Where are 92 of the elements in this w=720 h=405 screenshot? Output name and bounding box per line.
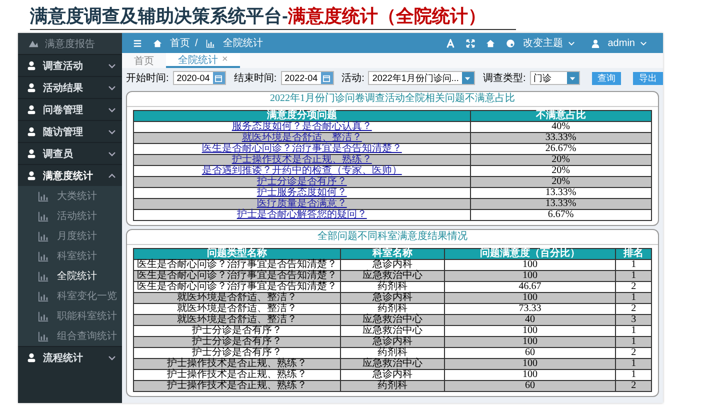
theme-dropdown[interactable]: 改变主题 bbox=[522, 36, 563, 50]
table-cell: 100 bbox=[444, 336, 616, 348]
table-cell: 20% bbox=[470, 176, 652, 188]
submenu-item[interactable]: 科室变化一览 bbox=[18, 286, 122, 306]
bar-chart-icon bbox=[206, 38, 215, 48]
select-field[interactable]: 2022年1月份门诊问... bbox=[368, 71, 475, 85]
table-cell: 应急救治中心 bbox=[340, 314, 444, 326]
home-icon[interactable] bbox=[486, 38, 495, 48]
slide-title: 满意度调查及辅助决策系统平台-满意度统计（全院统计） bbox=[30, 5, 516, 30]
menu-item-icon bbox=[26, 148, 37, 159]
table-cell: 就医环境是否舒适、整洁？ bbox=[134, 314, 341, 326]
submenu-item[interactable]: 月度统计 bbox=[18, 226, 122, 246]
select-field[interactable]: 门诊 bbox=[530, 71, 580, 85]
bar-chart-icon bbox=[38, 230, 49, 242]
filter-label: 结束时间: bbox=[234, 72, 277, 85]
card-title: 全部问题不同科室满意度结果情况 bbox=[127, 230, 658, 245]
font-icon[interactable] bbox=[446, 38, 455, 48]
column-header: 排名 bbox=[616, 248, 652, 260]
menu-item-icon bbox=[26, 126, 37, 137]
bar-chart-icon bbox=[38, 250, 49, 262]
calendar-icon[interactable] bbox=[323, 74, 330, 82]
bar-chart-icon bbox=[38, 310, 49, 322]
date-field[interactable]: 2022-04 bbox=[280, 71, 334, 85]
table-cell: 100 bbox=[444, 358, 616, 370]
submenu-item[interactable]: 科室统计 bbox=[18, 246, 122, 266]
menu-item-icon bbox=[26, 170, 37, 181]
menu-item-icon bbox=[26, 82, 37, 93]
table-cell: 护士分诊是否有序？ bbox=[134, 336, 341, 348]
table-cell: 医生是否耐心问诊？治疗事宜是否告知清楚？ bbox=[134, 270, 341, 282]
filter-label: 调查类型: bbox=[482, 72, 526, 85]
breadcrumb-link[interactable]: 首页 bbox=[170, 36, 190, 50]
submenu-item[interactable]: 大类统计 bbox=[18, 186, 122, 206]
table-cell: 应急救治中心 bbox=[340, 358, 444, 370]
breadcrumb-separator: / bbox=[195, 38, 198, 48]
filter-label: 活动: bbox=[342, 72, 364, 85]
menu-icon[interactable] bbox=[133, 38, 142, 48]
chevron-icon bbox=[108, 354, 116, 362]
user-icon bbox=[590, 38, 600, 48]
chevron-icon bbox=[108, 62, 116, 70]
logo-icon bbox=[28, 38, 39, 49]
bar-chart-icon bbox=[38, 330, 49, 342]
column-header: 满意度分项问题 bbox=[134, 110, 470, 122]
caret-icon[interactable] bbox=[464, 74, 472, 82]
bar-chart-icon bbox=[38, 210, 49, 222]
table-cell: 100 bbox=[444, 292, 616, 304]
palette-icon bbox=[506, 38, 515, 48]
menu-item-icon bbox=[26, 104, 37, 115]
submenu-item[interactable]: 组合查询统计 bbox=[18, 326, 122, 346]
page-tab[interactable]: 全院统计 × bbox=[166, 53, 240, 68]
brand-name: 满意度报告 bbox=[45, 38, 95, 50]
chevron-icon bbox=[108, 172, 116, 180]
caret-icon[interactable] bbox=[569, 74, 576, 82]
table-cell: 急诊内科 bbox=[340, 292, 444, 304]
submenu-item[interactable]: 活动统计 bbox=[18, 206, 122, 226]
column-header: 问题类型名称 bbox=[134, 248, 341, 260]
column-header: 问题满意度（百分比） bbox=[444, 248, 616, 260]
table-cell: 40 bbox=[444, 314, 616, 326]
column-header: 科室名称 bbox=[340, 248, 444, 260]
user-dropdown[interactable]: admin bbox=[608, 38, 635, 48]
chevron-icon bbox=[108, 150, 116, 158]
submenu-item[interactable]: 职能科室统计 bbox=[18, 306, 122, 326]
table-cell: 护士操作技术是否正规、熟练？ bbox=[134, 358, 341, 370]
menu-item-icon bbox=[26, 352, 37, 363]
bar-chart-icon bbox=[38, 290, 49, 302]
chevron-icon bbox=[108, 128, 116, 136]
menu-item-icon bbox=[26, 60, 37, 71]
table-cell: 33.33% bbox=[470, 132, 652, 144]
submenu-item[interactable]: 全院统计 bbox=[18, 266, 122, 286]
caret-icon[interactable] bbox=[568, 40, 575, 46]
home-icon bbox=[153, 38, 162, 48]
table-cell: 应急救治中心 bbox=[340, 270, 444, 282]
date-field[interactable]: 2020-04 bbox=[172, 71, 226, 85]
table-cell: 药剂科 bbox=[340, 380, 444, 392]
table-cell: 100 bbox=[444, 270, 616, 282]
chevron-icon bbox=[108, 84, 116, 92]
breadcrumb-current: 全院统计 bbox=[222, 36, 263, 50]
bar-chart-icon bbox=[38, 270, 49, 282]
table-cell: 20% bbox=[470, 154, 652, 166]
table-cell: 60 bbox=[444, 380, 616, 392]
column-header: 不满意占比 bbox=[470, 110, 652, 122]
fullscreen-icon[interactable] bbox=[466, 38, 475, 48]
calendar-icon[interactable] bbox=[215, 74, 222, 82]
table-cell: 急诊内科 bbox=[340, 336, 444, 348]
table-cell: 护士操作技术是否正规、熟练？ bbox=[134, 380, 341, 392]
bar-chart-icon bbox=[38, 190, 49, 202]
filter-label: 开始时间: bbox=[126, 72, 169, 85]
caret-icon[interactable] bbox=[640, 40, 647, 46]
chevron-icon bbox=[108, 106, 116, 114]
table-cell: 6.67% bbox=[470, 210, 652, 220]
table-cell: 就医环境是否舒适、整洁？ bbox=[134, 292, 341, 304]
table-cell: 13.33% bbox=[470, 198, 652, 210]
card-title: 2022年1月份门诊问卷调查活动全院相关问题不满意占比 bbox=[127, 92, 658, 107]
